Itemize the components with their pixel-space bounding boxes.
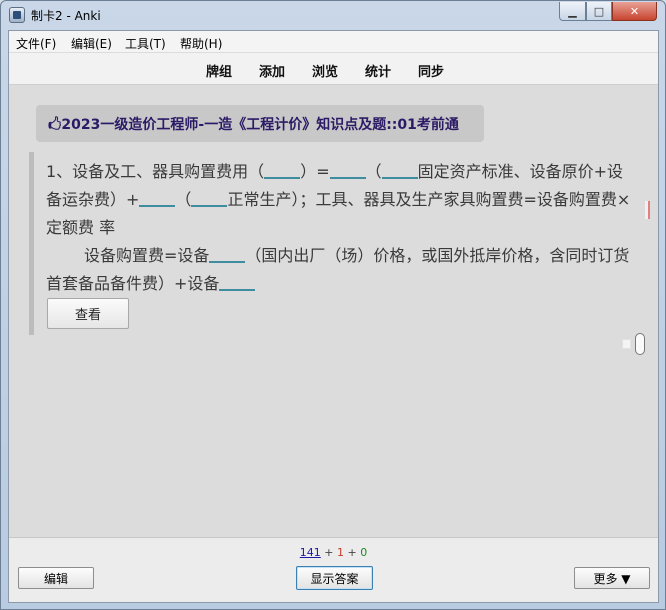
anki-window: 制卡2 - Anki ▁ □ ✕ 文件(F) 编辑(E) 工具(T) 帮助(H)…: [0, 0, 666, 610]
close-icon: ✕: [629, 4, 640, 18]
toolbar-stats-link[interactable]: 统计: [365, 61, 391, 80]
toolbar-browse-link[interactable]: 浏览: [312, 61, 338, 80]
question-text-part: 1、设备及工、器具购置费用（: [46, 162, 265, 181]
edge-marker: [645, 201, 650, 219]
menu-bar: 文件(F) 编辑(E) 工具(T) 帮助(H): [9, 31, 658, 53]
cloze-blank: [264, 159, 301, 179]
menu-edit[interactable]: 编辑(E): [71, 35, 112, 52]
menu-tools[interactable]: 工具(T): [125, 35, 166, 52]
toolbar-add-link[interactable]: 添加: [259, 61, 285, 80]
cloze-blank: [139, 187, 176, 207]
question-text-part: （: [175, 190, 192, 209]
cloze-blank: [381, 159, 418, 179]
card-question-text: 1、设备及工、器具购置费用（ ）= （固定资产标准、设备原价+设备运杂费）+ （正常生…: [46, 158, 636, 298]
cloze-blank: [209, 243, 246, 263]
minimize-button[interactable]: ▁: [559, 2, 586, 21]
menu-file[interactable]: 文件(F): [16, 35, 56, 52]
new-count: 141: [299, 546, 321, 559]
review-count: 0: [360, 546, 368, 559]
title-bar[interactable]: 制卡2 - Anki ▁ □ ✕: [1, 1, 665, 29]
maximize-icon: □: [593, 4, 605, 18]
main-toolbar: 牌组 添加 浏览 统计 同步: [9, 53, 658, 85]
question-text-part: （: [365, 162, 382, 181]
cloze-blank: [219, 271, 256, 291]
card-question: 1、设备及工、器具购置费用（ ）= （固定资产标准、设备原价+设备运杂费）+ （正常生…: [29, 152, 631, 335]
cloze-blank: [329, 159, 366, 179]
cloze-blank: [191, 187, 228, 207]
close-button[interactable]: ✕: [612, 2, 657, 21]
client-area: 文件(F) 编辑(E) 工具(T) 帮助(H) 牌组 添加 浏览 统计 同步 🖒…: [8, 30, 659, 603]
question-text-part: ）=: [300, 162, 330, 181]
show-answer-button[interactable]: 显示答案: [296, 566, 373, 590]
view-button[interactable]: 查看: [47, 298, 129, 329]
count-separator: +: [344, 546, 361, 559]
reviewer-area: 🖒2023一级造价工程师-一造《工程计价》知识点及题::01考前通 1、设备及工…: [9, 85, 658, 537]
more-button[interactable]: 更多 ▼: [574, 567, 650, 589]
maximize-button[interactable]: □: [586, 2, 612, 21]
anki-app-icon: [9, 7, 25, 23]
deck-tag: 🖒2023一级造价工程师-一造《工程计价》知识点及题::01考前通: [36, 105, 484, 142]
window-title: 制卡2 - Anki: [31, 9, 101, 23]
menu-help[interactable]: 帮助(H): [180, 35, 222, 52]
question-text-part: 设备购置费=设备: [84, 246, 210, 265]
toolbar-sync-link[interactable]: 同步: [418, 61, 444, 80]
edit-button[interactable]: 编辑: [18, 567, 94, 589]
scroll-indicator: [622, 339, 631, 349]
minimize-icon: ▁: [568, 4, 577, 18]
count-separator: +: [320, 546, 337, 559]
card-counts: 141 + 1 + 0: [9, 546, 658, 559]
bottom-bar: 141 + 1 + 0 编辑 显示答案 更多 ▼: [9, 537, 658, 602]
learn-count: 1: [337, 546, 344, 559]
toolbar-decks-link[interactable]: 牌组: [206, 61, 232, 80]
scroll-handle[interactable]: [635, 333, 645, 355]
